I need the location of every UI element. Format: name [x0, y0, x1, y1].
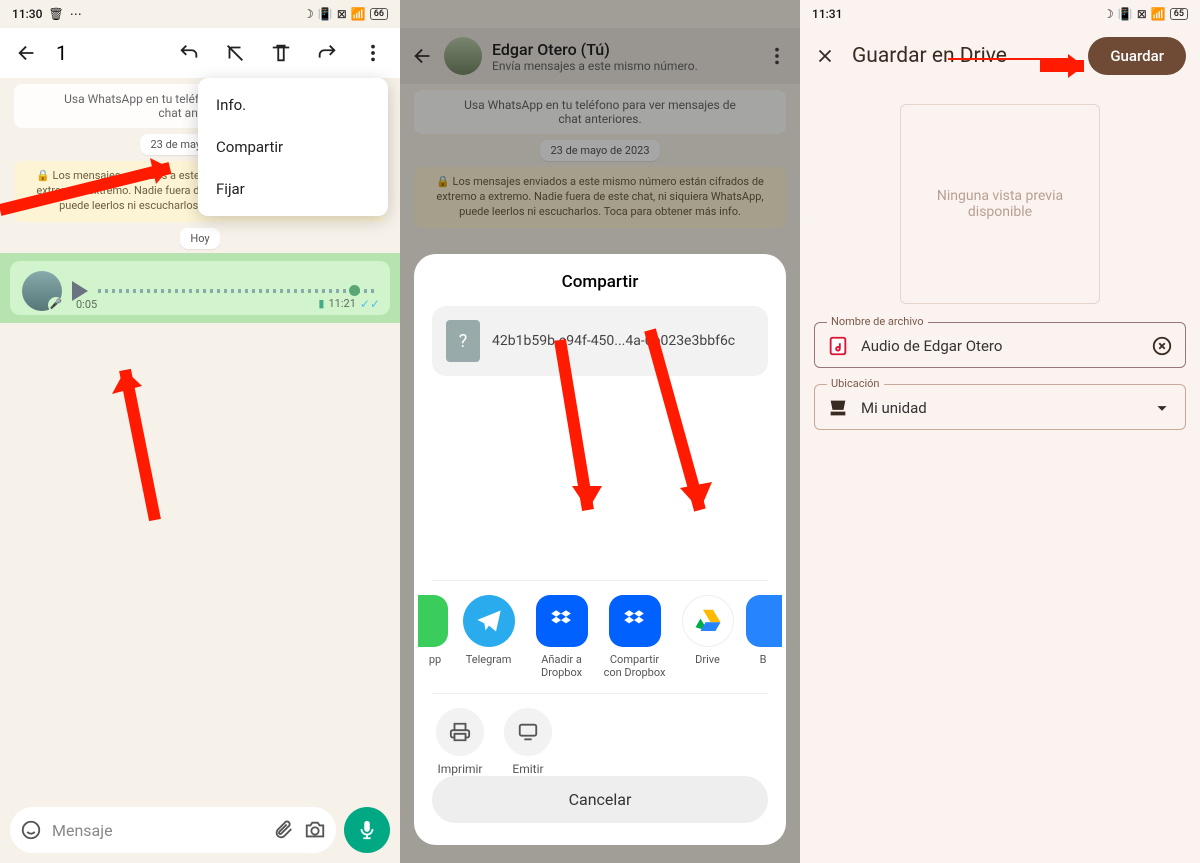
attach-icon[interactable] — [272, 819, 294, 841]
sheet-title: Compartir — [418, 272, 782, 292]
clock: 11:30 — [12, 7, 42, 21]
telegram-icon — [463, 595, 515, 647]
dropdown-icon — [1151, 397, 1173, 419]
drive-title: Guardar en Drive — [852, 44, 1072, 68]
selection-count: 1 — [56, 41, 160, 65]
selection-toolbar: 1 — [0, 28, 400, 78]
save-button[interactable]: Guardar — [1088, 37, 1186, 75]
cancel-button[interactable]: Cancelar — [432, 776, 768, 823]
share-app-dropbox-share[interactable]: Compartir con Dropbox — [600, 595, 669, 679]
share-app-dropbox-add[interactable]: Añadir a Dropbox — [527, 595, 596, 679]
file-icon: ? — [446, 320, 480, 362]
location-label: Ubicación — [827, 377, 884, 390]
overflow-button[interactable] — [356, 36, 390, 70]
drive-header: Guardar en Drive Guardar — [800, 28, 1200, 84]
location-field[interactable]: Ubicación Mi unidad — [814, 384, 1186, 430]
panel-drive-save: 11:31 ☽ 📳 ⊠ 📶 65 Guardar en Drive Guarda… — [800, 0, 1200, 863]
filename-field[interactable]: Nombre de archivo Audio de Edgar Otero — [814, 322, 1186, 368]
message-placeholder: Mensaje — [52, 821, 113, 840]
action-cast[interactable]: Emitir — [504, 708, 552, 776]
menu-info[interactable]: Info. — [198, 84, 388, 126]
my-drive-icon — [827, 397, 849, 419]
share-app-drive[interactable]: Drive — [673, 595, 742, 679]
close-icon[interactable] — [814, 45, 836, 67]
clock: 11:31 — [812, 7, 842, 21]
vibrate-icon: 📳 — [318, 7, 333, 21]
voice-fab[interactable] — [344, 807, 390, 853]
battery: 66 — [370, 8, 388, 20]
share-app-partial-right[interactable]: B — [746, 595, 780, 679]
camera-icon[interactable] — [304, 819, 326, 841]
file-preview-row[interactable]: ? 42b1b59b-e94f-450...4a-0b023e3bbf6c — [432, 306, 768, 376]
location-value: Mi unidad — [861, 399, 1139, 417]
voice-timestamp: ▮11:21✓✓ — [318, 297, 380, 311]
avatar: 🎤 — [22, 271, 62, 311]
dnd-icon: ☽ — [1103, 7, 1114, 21]
share-app-partial-left[interactable]: pp — [420, 595, 450, 679]
forward-button[interactable] — [310, 36, 344, 70]
star-off-button[interactable] — [218, 36, 252, 70]
file-name: 42b1b59b-e94f-450...4a-0b023e3bbf6c — [492, 333, 735, 349]
dropbox-icon — [536, 595, 588, 647]
date-chip-today: Hoy — [180, 228, 219, 249]
battery: 65 — [1170, 8, 1188, 20]
voice-message[interactable]: 🎤 0:05 ▮11:21✓✓ — [10, 261, 390, 315]
status-bar: 11:30 🗑 ⋯ ☽ 📳 ⊠ 📶 66 — [0, 0, 400, 28]
annotation-strike — [948, 58, 1074, 60]
message-input[interactable]: Mensaje — [10, 807, 336, 853]
menu-share[interactable]: Compartir — [198, 126, 388, 168]
delete-button[interactable] — [264, 36, 298, 70]
share-app-telegram[interactable]: Telegram — [454, 595, 523, 679]
cast-icon — [504, 708, 552, 756]
dropbox-icon — [609, 595, 661, 647]
emoji-icon[interactable] — [20, 819, 42, 841]
back-button[interactable] — [10, 36, 44, 70]
read-ticks-icon: ✓✓ — [360, 297, 380, 311]
print-icon — [436, 708, 484, 756]
mic-icon: 🎤 — [48, 297, 64, 313]
menu-pin[interactable]: Fijar — [198, 168, 388, 210]
wifi-icon: 📶 — [351, 7, 366, 21]
more-icon: ⋯ — [70, 7, 82, 21]
share-sheet: Compartir ? 42b1b59b-e94f-450...4a-0b023… — [414, 254, 786, 845]
no-sim-icon: ⊠ — [1137, 7, 1147, 21]
no-sim-icon: ⊠ — [337, 7, 347, 21]
audio-file-icon — [827, 335, 849, 357]
audio-track[interactable] — [98, 289, 378, 293]
filename-label: Nombre de archivo — [827, 315, 928, 328]
message-input-bar: Mensaje — [10, 807, 390, 853]
panel-share-sheet: Edgar Otero (Tú) Envía mensajes a este m… — [400, 0, 800, 863]
panel-whatsapp-selection: 11:30 🗑 ⋯ ☽ 📳 ⊠ 📶 66 1 Usa WhatsApp en t… — [0, 0, 400, 863]
trash-icon: 🗑 — [48, 7, 63, 21]
clear-icon[interactable] — [1151, 335, 1173, 357]
drive-icon — [682, 595, 734, 647]
no-preview: Ninguna vista previa disponible — [900, 104, 1100, 304]
wifi-icon: 📶 — [1151, 7, 1166, 21]
vibrate-icon: 📳 — [1118, 7, 1133, 21]
reply-button[interactable] — [172, 36, 206, 70]
voice-duration: 0:05 — [76, 298, 97, 311]
status-bar: 11:31 ☽ 📳 ⊠ 📶 65 — [800, 0, 1200, 28]
share-targets: pp Telegram Añadir a Dropbox Compartir c… — [418, 595, 782, 679]
share-actions: Imprimir Emitir — [418, 708, 782, 776]
dnd-icon: ☽ — [303, 7, 314, 21]
filename-value: Audio de Edgar Otero — [861, 337, 1139, 355]
context-menu: Info. Compartir Fijar — [198, 78, 388, 216]
action-print[interactable]: Imprimir — [436, 708, 484, 776]
